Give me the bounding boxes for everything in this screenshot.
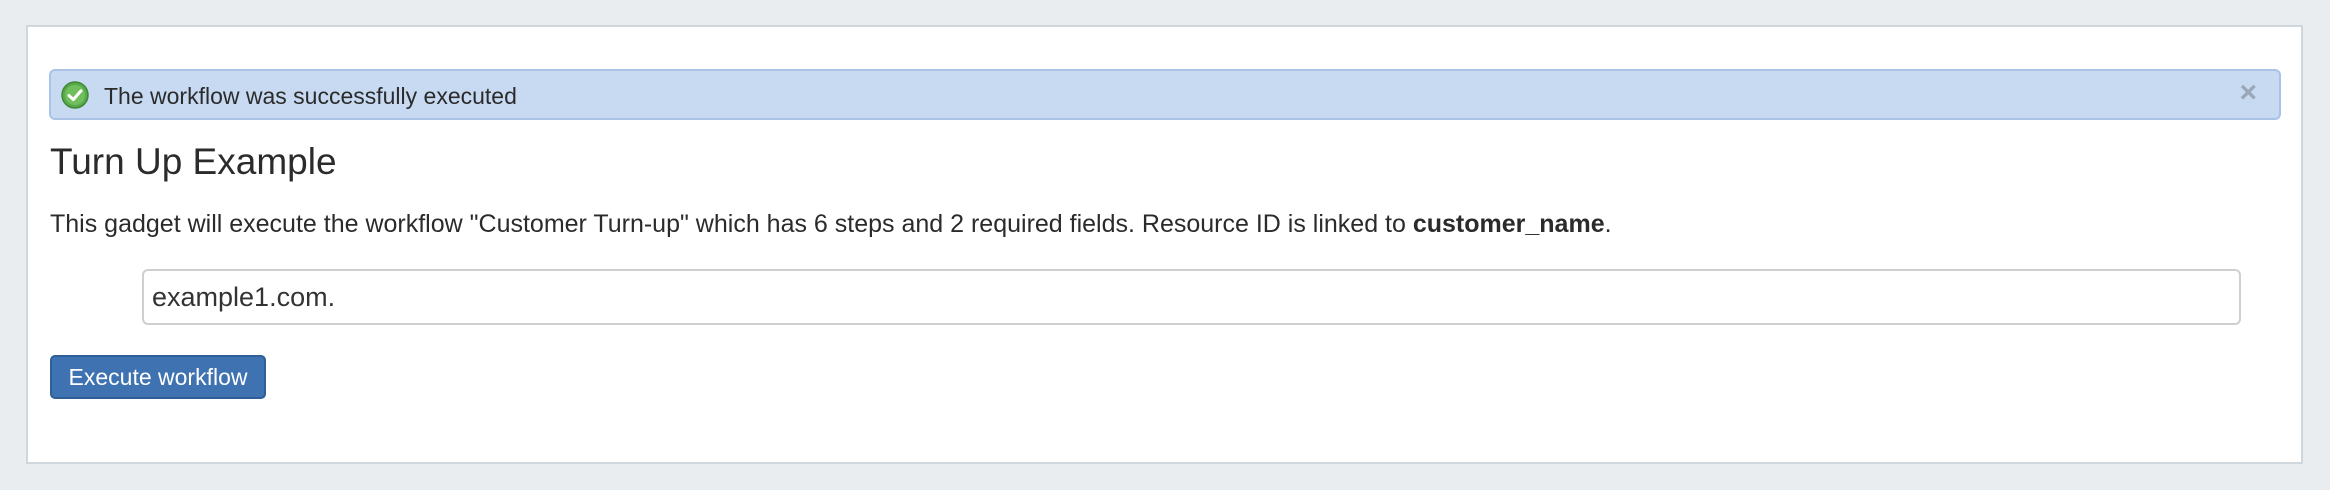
description-text: This gadget will execute the workflow "C… [50, 210, 1413, 238]
execute-workflow-button[interactable]: Execute workflow [50, 355, 266, 399]
alert-message: The workflow was successfully executed [104, 83, 517, 109]
success-alert: The workflow was successfully executed × [49, 69, 2281, 120]
gadget-description: This gadget will execute the workflow "C… [50, 208, 1612, 240]
resource-id-input[interactable] [142, 269, 2241, 325]
gadget-title: Turn Up Example [50, 141, 337, 182]
linked-field-name: customer_name [1412, 210, 1605, 238]
check-circle-icon [61, 81, 89, 109]
description-period: . [1604, 210, 1612, 238]
close-icon[interactable]: × [2239, 77, 2257, 109]
